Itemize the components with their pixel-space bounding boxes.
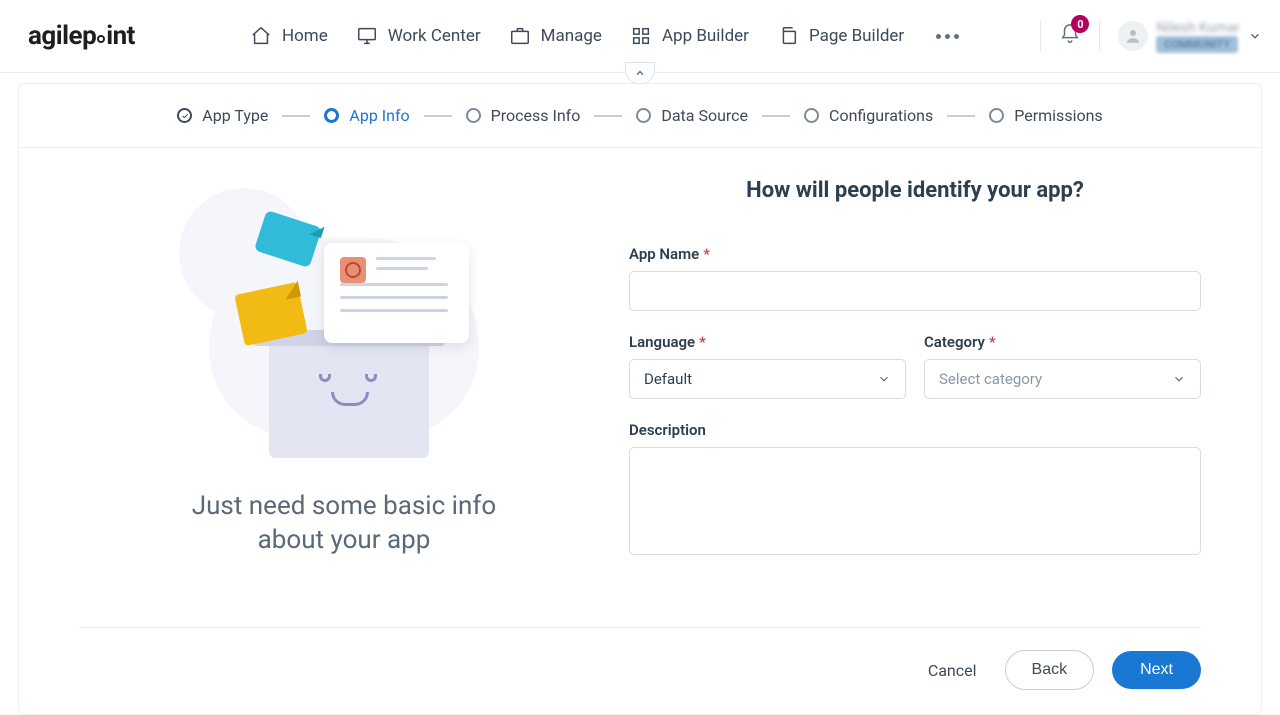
step-permissions[interactable]: Permissions [989,106,1102,125]
field-language: Language* Default [629,333,906,399]
separator [1099,21,1100,51]
app-name-label: App Name* [629,245,1201,263]
nav-more[interactable] [936,34,959,39]
info-card-icon [324,243,469,343]
description-label: Description [629,421,1201,439]
nav-page-builder-label: Page Builder [809,26,904,46]
language-select[interactable]: Default [629,359,906,399]
chevron-down-icon [877,372,891,386]
step-label: Process Info [491,106,581,125]
back-button[interactable]: Back [1005,650,1095,690]
nav-work-center-label: Work Center [388,26,481,46]
chevron-down-icon [1248,29,1262,43]
step-label: App Info [349,106,409,125]
step-label: App Type [202,106,268,125]
step-label: Configurations [829,106,933,125]
nav-app-builder[interactable]: App Builder [630,25,749,47]
step-app-info[interactable]: App Info [324,106,409,125]
briefcase-icon [509,25,531,47]
user-menu[interactable]: Nilesh Kumar COMMUNITY [1118,20,1262,53]
illustration [199,188,489,448]
nav-home-label: Home [282,26,328,46]
nav-app-builder-label: App Builder [662,26,749,46]
category-select[interactable]: Select category [924,359,1201,399]
topbar-right: 0 Nilesh Kumar COMMUNITY [1040,20,1262,53]
form-title: How will people identify your app? [629,178,1201,203]
nav-manage-label: Manage [541,26,602,46]
main-nav: Home Work Center Manage App Builder Page… [250,25,959,47]
language-label: Language* [629,333,906,351]
nav-home[interactable]: Home [250,25,328,47]
description-textarea[interactable] [629,447,1201,555]
apps-icon [630,25,652,47]
left-heading: Just need some basic info about your app [164,490,524,558]
field-category: Category* Select category [924,333,1201,399]
wizard-panel: App Type App Info Process Info Data Sour… [18,83,1262,715]
nav-work-center[interactable]: Work Center [356,25,481,47]
avatar [1118,21,1148,51]
step-separator [282,115,310,117]
notifications-button[interactable]: 0 [1059,23,1081,49]
step-separator [947,115,975,117]
wizard-stepper: App Type App Info Process Info Data Sour… [19,84,1261,148]
category-placeholder: Select category [939,370,1042,388]
user-role-badge: COMMUNITY [1156,36,1238,53]
step-separator [594,115,622,117]
step-label: Data Source [661,106,748,125]
circle-icon [466,108,481,123]
user-name: Nilesh Kumar [1156,20,1240,36]
cancel-button[interactable]: Cancel [918,651,987,690]
monitor-icon [356,25,378,47]
step-separator [424,115,452,117]
step-process-info[interactable]: Process Info [466,106,581,125]
step-separator [762,115,790,117]
separator [1040,21,1041,51]
field-app-name: App Name* [629,245,1201,311]
info-icon [340,257,366,283]
collapse-toggle[interactable] [625,62,655,84]
logo-dot-icon [97,35,105,43]
step-configurations[interactable]: Configurations [804,106,933,125]
wizard-footer: Cancel Back Next [79,627,1201,714]
step-app-type[interactable]: App Type [177,106,268,125]
notifications-badge: 0 [1071,15,1089,33]
check-icon [177,108,192,123]
nav-page-builder[interactable]: Page Builder [777,25,904,47]
field-description: Description [629,421,1201,555]
left-column: Just need some basic info about your app [79,178,609,577]
circle-icon [989,108,1004,123]
home-icon [250,25,272,47]
category-label: Category* [924,333,1201,351]
user-icon [1124,27,1142,45]
circle-icon [636,108,651,123]
chevron-up-icon [634,67,646,79]
step-data-source[interactable]: Data Source [636,106,748,125]
circle-icon [324,108,339,123]
copy-icon [777,25,799,47]
step-label: Permissions [1014,106,1102,125]
chevron-down-icon [1172,372,1186,386]
brand-logo: agilepint [28,21,135,51]
nav-manage[interactable]: Manage [509,25,602,47]
wizard-body: Just need some basic info about your app… [19,148,1261,577]
circle-icon [804,108,819,123]
form-column: How will people identify your app? App N… [609,178,1201,577]
next-button[interactable]: Next [1112,651,1201,689]
app-name-input[interactable] [629,271,1201,311]
language-value: Default [644,370,692,388]
